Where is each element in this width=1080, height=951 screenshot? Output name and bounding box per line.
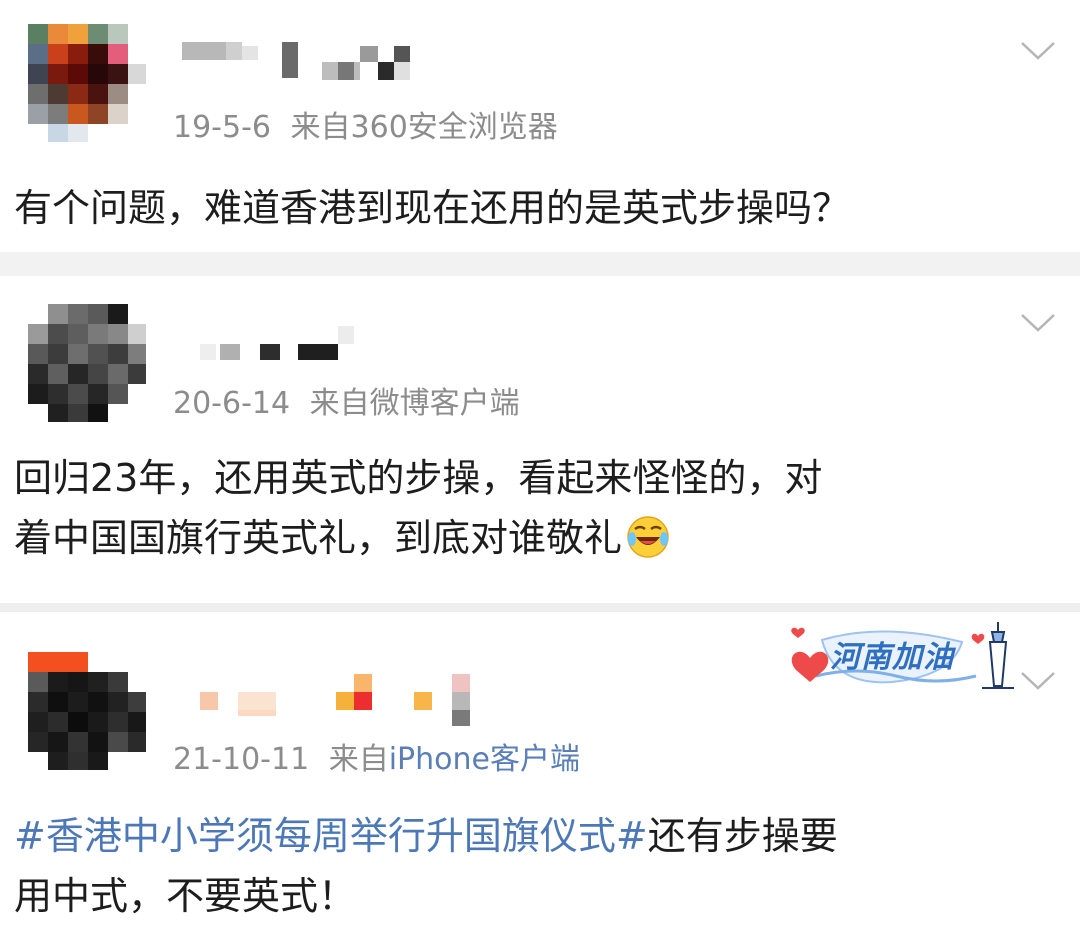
chevron-down-icon[interactable] — [1020, 670, 1056, 692]
comment-source: 360安全浏览器 — [350, 110, 558, 145]
comment-text-line: 着中国国旗行英式礼，到底对谁敬礼 — [14, 508, 1040, 568]
comment-date: 21-10-11 — [173, 742, 310, 777]
henan-badge: 河南加油 — [786, 618, 1016, 694]
comment-text-content: 还有步操要 — [647, 814, 838, 858]
source-prefix: 来自 — [328, 742, 389, 777]
badge-label: 河南加油 — [830, 640, 954, 675]
comment-text-line: 回归23年，还用英式的步操，看起来怪怪的，对 — [14, 456, 823, 500]
comment-card[interactable]: 20-6-14 来自微博客户端 回归23年，还用英式的步操，看起来怪怪的，对 着… — [0, 276, 1080, 603]
avatar[interactable] — [28, 652, 146, 770]
avatar[interactable] — [28, 304, 146, 422]
tower-icon — [982, 622, 1014, 689]
comment-date: 19-5-6 — [173, 110, 271, 145]
divider — [0, 252, 1080, 276]
chevron-down-icon[interactable] — [1020, 312, 1056, 334]
blurred-username[interactable] — [200, 324, 360, 364]
comment-source: 微博客户端 — [369, 386, 520, 421]
blurred-username[interactable] — [182, 42, 412, 82]
comment-text-line: 用中式，不要英式！ — [14, 874, 357, 918]
avatar[interactable] — [28, 24, 146, 142]
blurred-username[interactable] — [200, 670, 480, 726]
source-prefix: 来自 — [290, 110, 351, 145]
source-prefix: 来自 — [309, 386, 370, 421]
laugh-cry-emoji — [626, 515, 670, 559]
comment-meta: 20-6-14 来自微博客户端 — [173, 378, 520, 422]
comment-text-content: 有个问题，难道香港到现在还用的是英式步操吗？ — [14, 186, 851, 230]
comment-source[interactable]: iPhone客户端 — [389, 742, 580, 777]
comment-text-content: 着中国国旗行英式礼，到底对谁敬礼 — [14, 516, 623, 560]
comment-meta: 19-5-6 来自360安全浏览器 — [173, 102, 558, 146]
chevron-down-icon[interactable] — [1020, 40, 1056, 62]
comment-text: #香港中小学须每周举行升国旗仪式#还有步操要 用中式，不要英式！ — [14, 806, 1040, 926]
comment-card[interactable]: 河南加油 21-10-11 来自iPhone客户端 #香港中小学须每周举行升国旗… — [0, 612, 1080, 951]
comment-card[interactable]: 19-5-6 来自360安全浏览器 有个问题，难道香港到现在还用的是英式步操吗？ — [0, 0, 1080, 252]
divider — [0, 603, 1080, 612]
comment-text: 有个问题，难道香港到现在还用的是英式步操吗？ — [14, 178, 1040, 238]
topic-link[interactable]: #香港中小学须每周举行升国旗仪式# — [14, 814, 648, 858]
comment-date: 20-6-14 — [173, 386, 291, 421]
comment-text-line: #香港中小学须每周举行升国旗仪式#还有步操要 — [14, 806, 1040, 866]
comment-text: 回归23年，还用英式的步操，看起来怪怪的，对 着中国国旗行英式礼，到底对谁敬礼 — [14, 448, 1040, 568]
comment-meta: 21-10-11 来自iPhone客户端 — [173, 734, 580, 778]
